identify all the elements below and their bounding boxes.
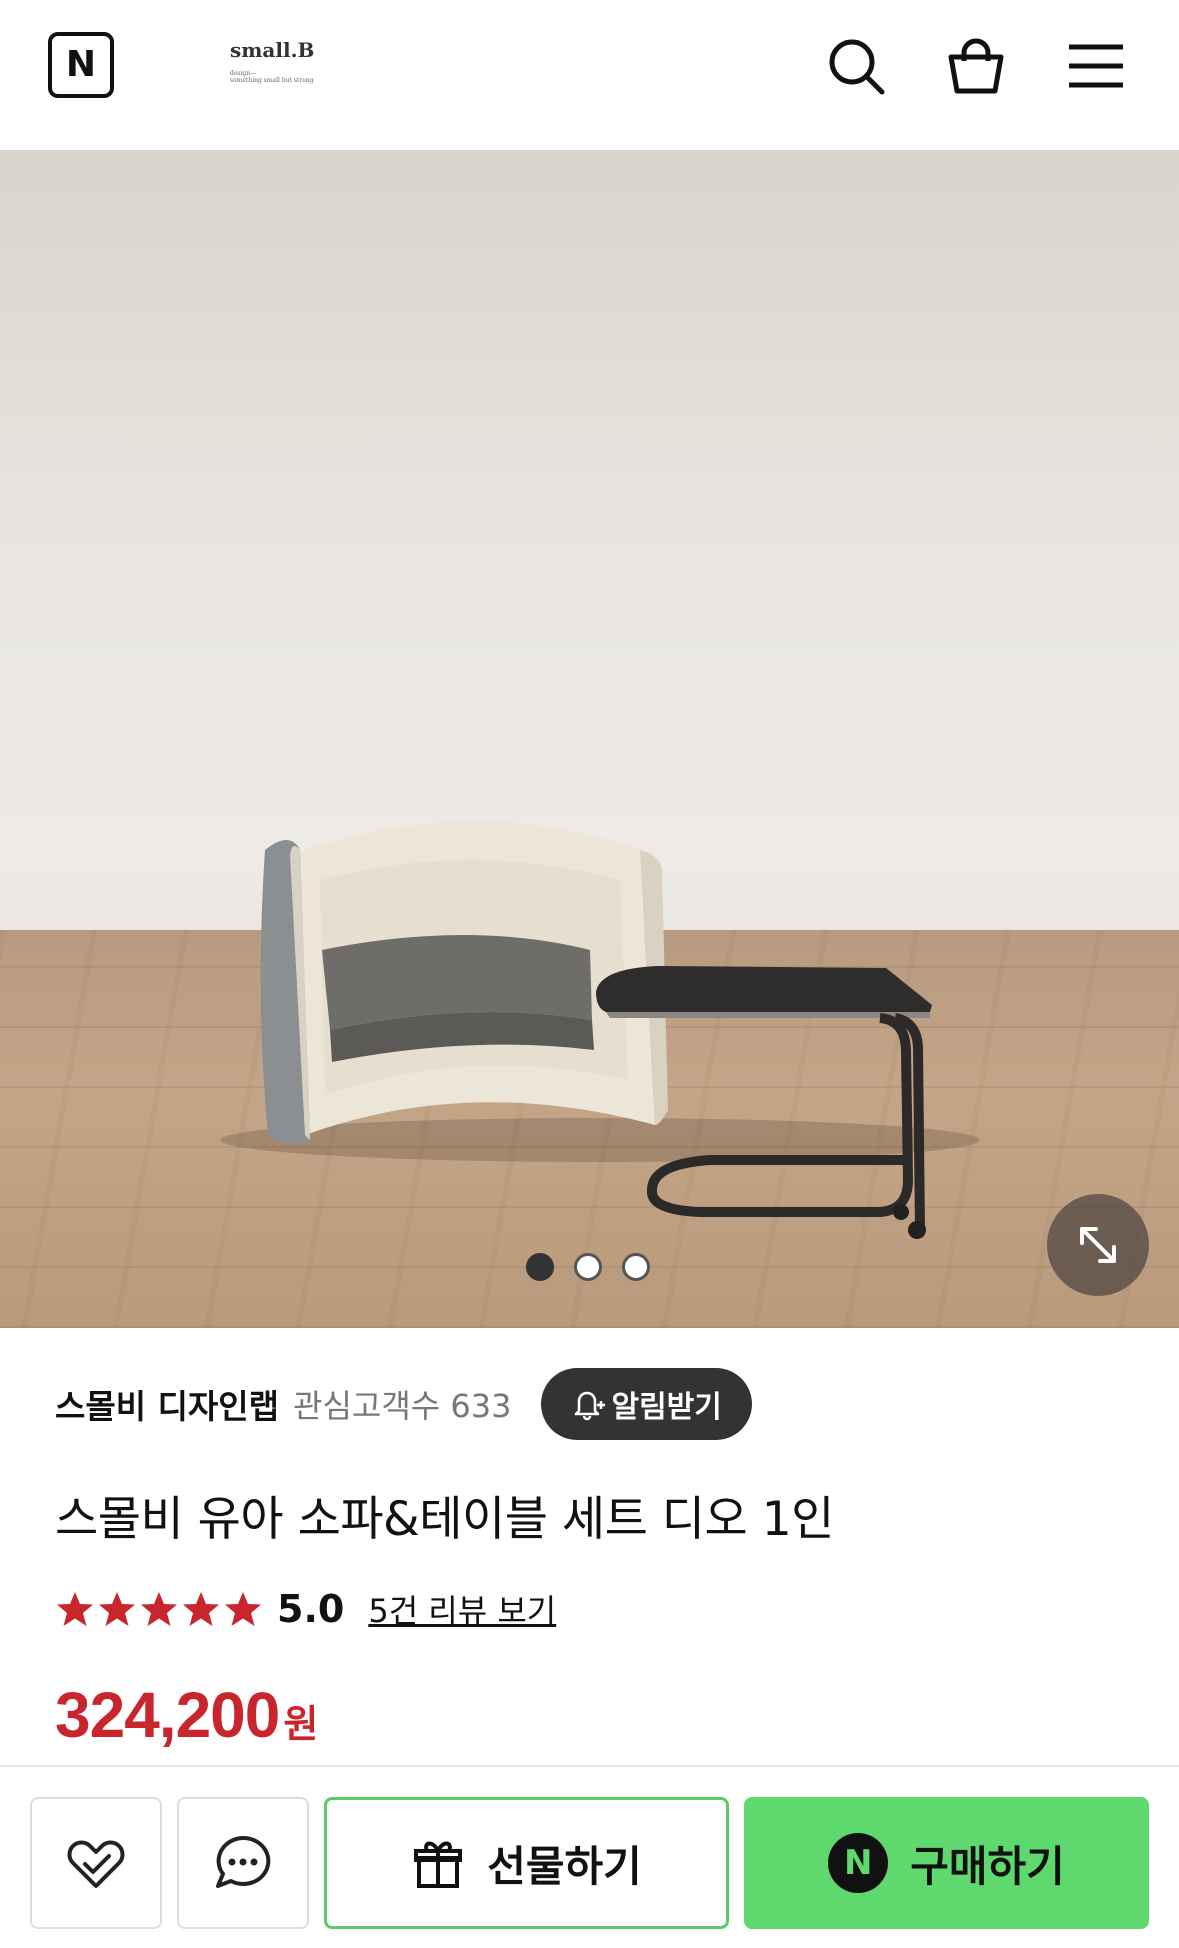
buy-button[interactable]: N 구매하기	[744, 1797, 1149, 1929]
product-photo	[220, 821, 980, 1239]
brand-tagline-2: something small but strong	[230, 77, 314, 84]
followers-count: 관심고객수 633	[293, 1387, 512, 1425]
review-link[interactable]: 5건 리뷰 보기	[368, 1586, 556, 1632]
rating-row: 5.0 5건 리뷰 보기	[55, 1584, 556, 1634]
expand-image-button[interactable]	[1047, 1194, 1149, 1296]
gift-icon	[414, 1841, 463, 1888]
carousel-dot-3[interactable]	[622, 1253, 650, 1281]
price-value: 324,200	[55, 1679, 280, 1751]
wishlist-button[interactable]	[30, 1797, 162, 1929]
store-brand-logo[interactable]: small.B design— something small but stro…	[230, 38, 350, 94]
store-info-row: 스몰비 디자인랩 관심고객수 633 알림받기	[55, 1368, 752, 1440]
bell-plus-icon	[575, 1391, 606, 1421]
gift-label: 선물하기	[487, 1841, 642, 1891]
brand-name: small.B	[230, 38, 315, 62]
naver-pay-letter: N	[843, 1843, 873, 1883]
brand-tagline-1: design—	[230, 70, 257, 77]
bottom-action-bar: 선물하기 N 구매하기	[0, 1765, 1179, 1948]
cart-button[interactable]	[944, 34, 1008, 98]
expand-icon	[1080, 1227, 1116, 1263]
notify-label: 알림받기	[611, 1390, 722, 1425]
carousel-dot-2[interactable]	[574, 1253, 602, 1281]
naver-logo-letter: N	[65, 44, 97, 85]
star-icon	[225, 1592, 261, 1626]
heart-check-icon	[67, 1840, 125, 1888]
buy-label: 구매하기	[910, 1841, 1065, 1891]
carousel-dot-1[interactable]	[526, 1253, 554, 1281]
top-header: N small.B design— something small but st…	[0, 0, 1179, 150]
star-icon	[141, 1592, 177, 1626]
notify-button[interactable]: 알림받기	[541, 1368, 752, 1440]
naver-pay-icon: N	[828, 1833, 889, 1893]
chat-button[interactable]	[177, 1797, 309, 1929]
carousel-pagination	[526, 1252, 650, 1282]
star-icon	[57, 1592, 93, 1626]
price-currency: 원	[283, 1702, 319, 1746]
chat-bubble-icon	[216, 1835, 271, 1888]
star-rating	[55, 1589, 263, 1629]
shopping-bag-icon	[948, 38, 1004, 94]
menu-button[interactable]	[1064, 34, 1128, 98]
menu-icon	[1069, 44, 1123, 88]
search-button[interactable]	[824, 34, 888, 98]
store-name-link[interactable]: 스몰비 디자인랩	[55, 1380, 279, 1428]
star-icon	[99, 1592, 135, 1626]
star-icon	[183, 1592, 219, 1626]
search-icon	[829, 39, 885, 95]
rating-value: 5.0	[277, 1587, 345, 1631]
gift-button[interactable]: 선물하기	[324, 1797, 729, 1929]
product-image-carousel[interactable]	[0, 150, 1179, 1328]
price-row: 324,200 원	[55, 1678, 318, 1752]
product-title: 스몰비 유아 소파&테이블 세트 디오 1인	[55, 1492, 834, 1547]
naver-logo-button[interactable]: N	[48, 32, 114, 98]
